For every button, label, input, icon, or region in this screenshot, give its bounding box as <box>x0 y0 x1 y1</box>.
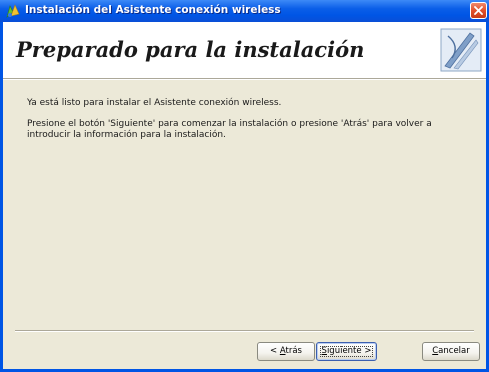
cancel-label-rest: ancelar <box>438 346 470 356</box>
installer-icon <box>5 3 21 19</box>
wizard-graphic-icon <box>440 28 482 72</box>
wizard-content: Ya está listo para instalar el Asistente… <box>27 98 467 151</box>
cancel-button[interactable]: Cancelar <box>422 342 480 361</box>
window-title: Instalación del Asistente conexión wirel… <box>25 4 281 16</box>
wizard-header: Preparado para la instalación <box>3 22 486 79</box>
title-bar[interactable]: Instalación del Asistente conexión wirel… <box>0 0 489 22</box>
ready-message: Ya está listo para instalar el Asistente… <box>27 98 282 108</box>
instruction-message: Presione el botón 'Siguiente' para comen… <box>27 119 432 140</box>
close-icon <box>474 6 483 15</box>
focus-ring <box>320 346 373 357</box>
close-button[interactable] <box>470 2 487 19</box>
next-button[interactable]: Siguiente > <box>316 342 377 361</box>
page-title: Preparado para la instalación <box>16 37 365 62</box>
back-label-rest: trás <box>285 346 302 356</box>
back-button[interactable]: < Atrás <box>257 342 315 361</box>
installer-window: Instalación del Asistente conexión wirel… <box>0 0 489 372</box>
back-prefix: < <box>270 346 280 356</box>
button-separator <box>15 330 474 332</box>
